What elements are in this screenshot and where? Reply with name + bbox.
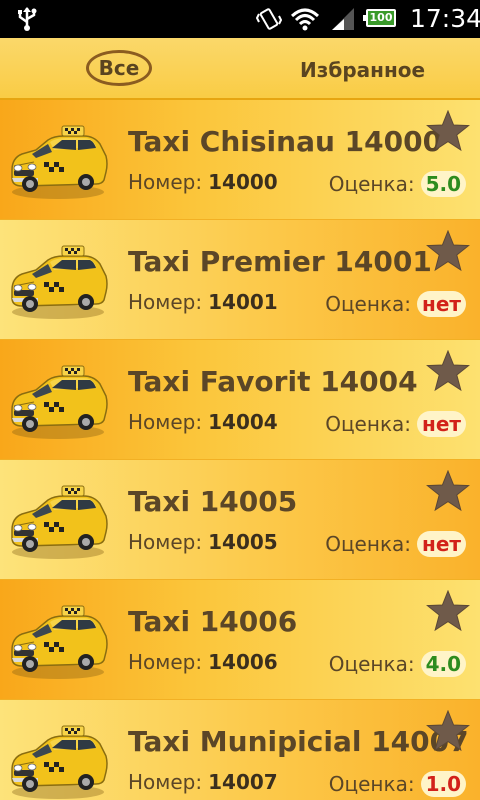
rating-label: Оценка: xyxy=(328,172,415,196)
taxi-list[interactable]: Taxi Chisinau 14000 Номер: 14000 Оценка: 5… xyxy=(0,100,480,800)
taxi-car-icon xyxy=(11,245,108,319)
taxi-rating: Оценка: 5.0 xyxy=(329,170,466,198)
favorite-star-icon[interactable] xyxy=(426,230,470,272)
status-bar: 100 17:34 xyxy=(0,0,480,38)
rating-label: Оценка: xyxy=(325,532,412,556)
rating-badge: 5.0 xyxy=(420,171,466,197)
vibrate-icon xyxy=(256,8,282,30)
taxi-list-item[interactable]: Taxi 14005 Номер: 14005 Оценка: нет xyxy=(0,460,480,580)
taxi-number: 14006 xyxy=(208,650,278,674)
taxi-number-label: Номер: 14007 xyxy=(128,770,278,794)
tab-favorites[interactable]: Избранное xyxy=(300,57,425,83)
taxi-name: Taxi Premier 14001 xyxy=(128,245,432,278)
taxi-number: 14001 xyxy=(208,290,278,314)
taxi-number: 14004 xyxy=(208,410,278,434)
taxi-name: Taxi Favorit 14004 xyxy=(128,365,418,398)
taxi-list-item[interactable]: Taxi Chisinau 14000 Номер: 14000 Оценка: 5… xyxy=(0,100,480,220)
usb-icon xyxy=(18,7,37,31)
taxi-rating: Оценка: 4.0 xyxy=(329,650,466,678)
tab-all[interactable]: Все xyxy=(86,50,152,86)
taxi-car-icon xyxy=(11,125,108,199)
taxi-car-icon xyxy=(11,485,108,559)
favorite-star-icon[interactable] xyxy=(426,470,470,512)
taxi-name: Taxi 14006 xyxy=(128,605,298,638)
favorite-star-icon[interactable] xyxy=(426,710,470,752)
rating-badge: 4.0 xyxy=(420,651,466,677)
taxi-rating: Оценка: нет xyxy=(325,290,466,318)
taxi-number-label: Номер: 14004 xyxy=(128,410,278,434)
battery-icon: 100 xyxy=(363,9,396,27)
taxi-list-item[interactable]: Taxi Premier 14001 Номер: 14001 Оценка: не… xyxy=(0,220,480,340)
taxi-number: 14007 xyxy=(208,770,278,794)
rating-label: Оценка: xyxy=(328,772,415,796)
rating-badge: нет xyxy=(417,291,466,317)
taxi-car-icon xyxy=(11,725,108,799)
favorite-star-icon[interactable] xyxy=(426,110,470,152)
taxi-number-label: Номер: 14000 xyxy=(128,170,278,194)
taxi-name: Taxi Munipicial 14007 xyxy=(128,725,469,758)
taxi-rating: Оценка: нет xyxy=(325,530,466,558)
favorite-star-icon[interactable] xyxy=(426,590,470,632)
rating-badge: нет xyxy=(417,411,466,437)
clock: 17:34 xyxy=(410,4,480,33)
taxi-rating: Оценка: нет xyxy=(325,410,466,438)
signal-icon xyxy=(332,8,354,30)
wifi-icon xyxy=(290,8,320,31)
rating-badge: 1.0 xyxy=(420,771,466,797)
taxi-list-item[interactable]: Taxi 14006 Номер: 14006 Оценка: 4.0 xyxy=(0,580,480,700)
rating-label: Оценка: xyxy=(325,292,412,316)
battery-level: 100 xyxy=(369,11,393,24)
rating-label: Оценка: xyxy=(328,652,415,676)
taxi-car-icon xyxy=(11,605,108,679)
taxi-number: 14005 xyxy=(208,530,278,554)
taxi-number-label: Номер: 14001 xyxy=(128,290,278,314)
taxi-number: 14000 xyxy=(208,170,278,194)
taxi-rating: Оценка: 1.0 xyxy=(329,770,466,798)
taxi-number-label: Номер: 14006 xyxy=(128,650,278,674)
taxi-car-icon xyxy=(11,365,108,439)
taxi-name: Taxi 14005 xyxy=(128,485,298,518)
rating-badge: нет xyxy=(417,531,466,557)
taxi-number-label: Номер: 14005 xyxy=(128,530,278,554)
taxi-name: Taxi Chisinau 14000 xyxy=(128,125,443,158)
rating-label: Оценка: xyxy=(325,412,412,436)
taxi-list-item[interactable]: Taxi Munipicial 14007 Номер: 14007 Оценка… xyxy=(0,700,480,800)
favorite-star-icon[interactable] xyxy=(426,350,470,392)
tab-bar: Все Избранное xyxy=(0,38,480,100)
taxi-list-item[interactable]: Taxi Favorit 14004 Номер: 14004 Оценка: не… xyxy=(0,340,480,460)
